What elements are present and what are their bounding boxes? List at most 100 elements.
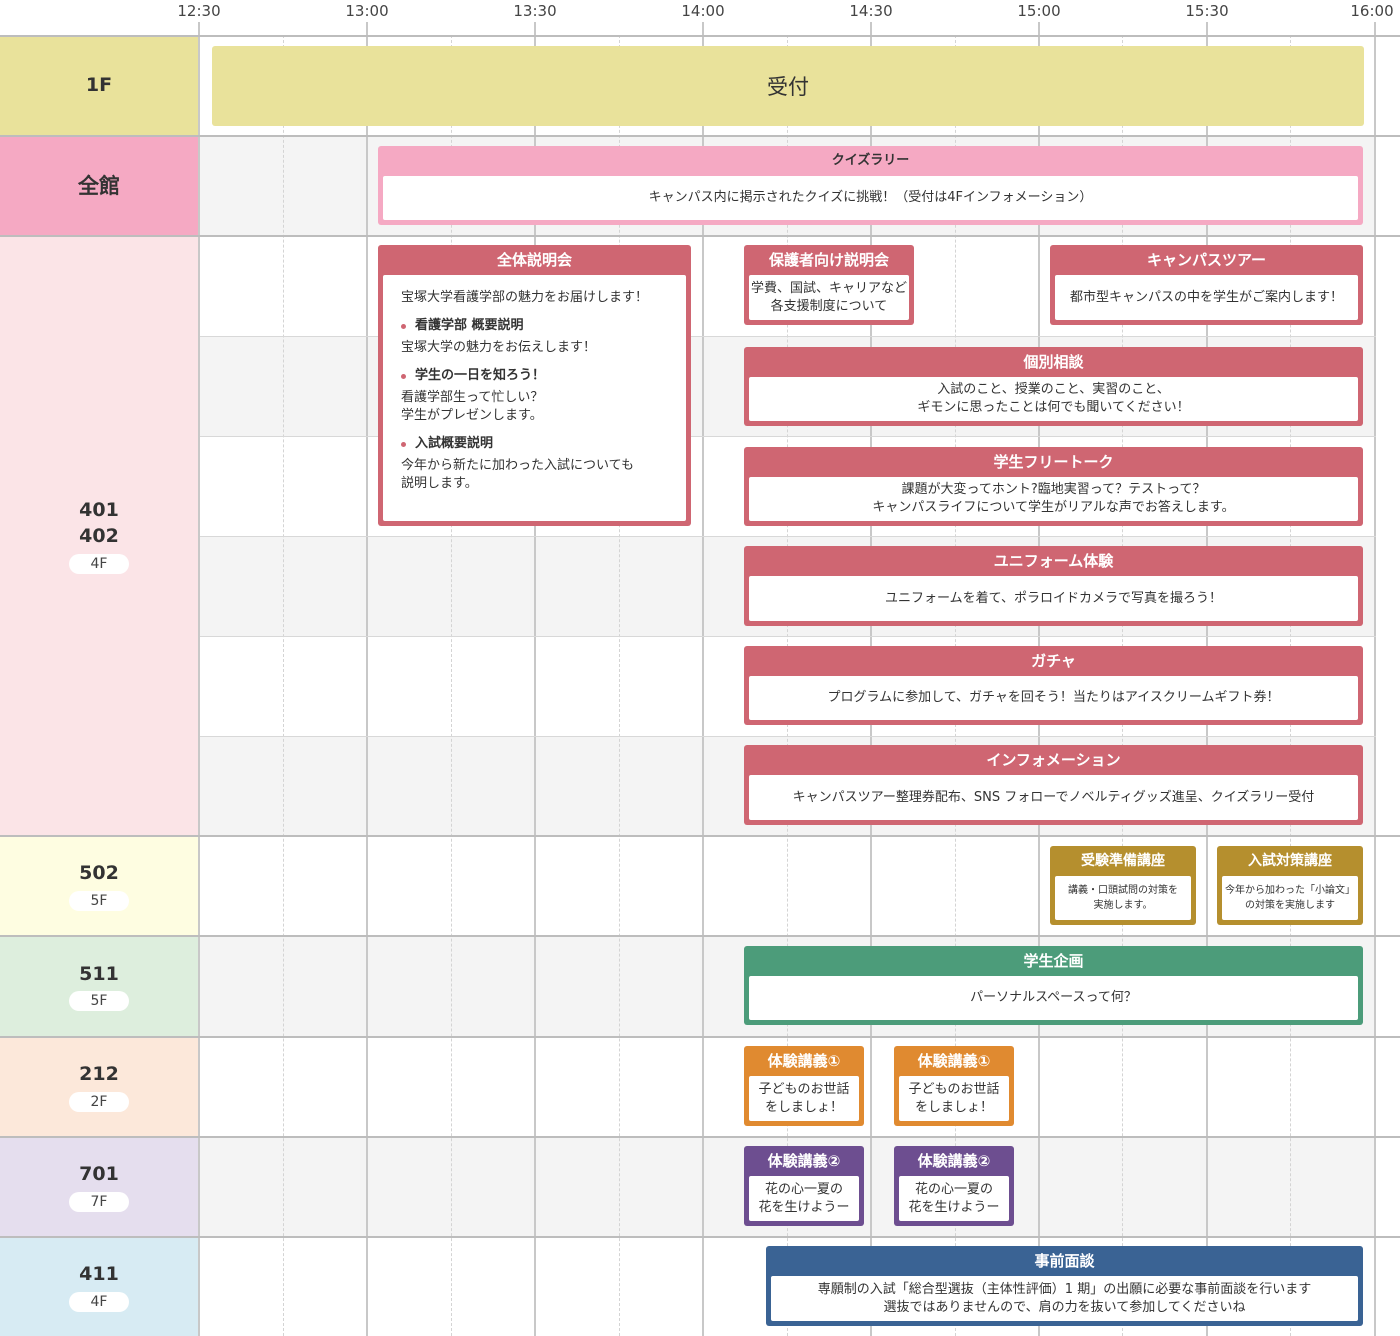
grid-dash bbox=[451, 35, 452, 1336]
event-campus-tour[interactable]: キャンパスツアー 都市型キャンパスの中を学生がご案内します！ bbox=[1050, 245, 1363, 325]
event-title: インフォメーション bbox=[986, 751, 1121, 769]
agenda-desc: 宝塚大学の魅力をお伝えします！ bbox=[401, 340, 597, 355]
room-name: 511 bbox=[79, 962, 119, 985]
event-description: 専願制の入試「総合型選抜（主体性評価）1 期」の出願に必要な事前面談を行います … bbox=[771, 1276, 1358, 1321]
event-title: 入試対策講座 bbox=[1248, 853, 1332, 869]
row-divider bbox=[0, 1236, 1400, 1238]
agenda-desc: 看護学部生って忙しい？ 学生がプレゼンします。 bbox=[401, 390, 544, 423]
event-quiz-rally[interactable]: クイズラリー キャンパス内に掲示されたクイズに挑戦！（受付は4Fインフォメーショ… bbox=[378, 146, 1363, 225]
event-trial-lecture-2[interactable]: 体験講義② 花の心一夏の 花を生けようー bbox=[894, 1146, 1014, 1226]
room-name: 212 bbox=[79, 1063, 119, 1086]
row-divider bbox=[0, 835, 1400, 837]
row-divider bbox=[0, 35, 1400, 37]
event-description: パーソナルスペースって何？ bbox=[749, 976, 1358, 1020]
event-trial-lecture-1[interactable]: 体験講義① 子どものお世話 をしましょ！ bbox=[744, 1046, 864, 1126]
agenda-heading: 学生の一日を知ろう！ bbox=[415, 368, 546, 383]
room-all: 全館 bbox=[0, 137, 198, 236]
event-title: 体験講義② bbox=[767, 1152, 841, 1170]
time-label: 15:00 bbox=[1017, 2, 1061, 20]
event-information[interactable]: インフォメーション キャンパスツアー整理券配布、SNS フォローでノベルティグッ… bbox=[744, 745, 1363, 825]
event-description: 花の心一夏の 花を生けようー bbox=[749, 1176, 859, 1221]
event-description: プログラムに参加して、ガチャを回そう！当たりはアイスクリームギフト券！ bbox=[749, 676, 1358, 720]
event-title: 体験講義① bbox=[767, 1052, 841, 1070]
time-label: 14:00 bbox=[681, 2, 725, 20]
event-description: 今年から加わった「小論文」 の対策を実施します bbox=[1222, 876, 1358, 920]
event-description: 花の心一夏の 花を生けようー bbox=[899, 1176, 1009, 1221]
event-general-briefing[interactable]: 全体説明会 宝塚大学看護学部の魅力をお届けします！ 看護学部 概要説明 宝塚大学… bbox=[378, 245, 691, 526]
event-title: 保護者向け説明会 bbox=[768, 251, 889, 269]
bullet-dot-icon bbox=[401, 441, 406, 447]
time-label: 16:00 bbox=[1350, 2, 1394, 20]
room-name: 全館 bbox=[78, 174, 120, 199]
event-title: 個別相談 bbox=[1023, 353, 1084, 371]
event-description: 課題が大変ってホント?臨地実習って？テストって？ キャンパスライフについて学生が… bbox=[749, 477, 1358, 521]
grid-dash bbox=[283, 35, 284, 1336]
event-title: クイズラリー bbox=[831, 153, 910, 168]
time-label: 14:30 bbox=[849, 2, 893, 20]
room-411: 411 4F bbox=[0, 1238, 198, 1336]
event-title: ガチャ bbox=[1031, 652, 1076, 670]
event-trial-lecture-1[interactable]: 体験講義① 子どものお世話 をしましょ！ bbox=[894, 1046, 1014, 1126]
event-description: 入試のこと、授業のこと、実習のこと、 ギモンに思ったことは何でも聞いてください！ bbox=[749, 377, 1358, 421]
event-pre-interview[interactable]: 事前面談 専願制の入試「総合型選抜（主体性評価）1 期」の出願に必要な事前面談を… bbox=[766, 1246, 1363, 1326]
grid-line bbox=[198, 22, 200, 1336]
event-student-free-talk[interactable]: 学生フリートーク 課題が大変ってホント?臨地実習って？テストって？ キャンパスラ… bbox=[744, 447, 1363, 526]
room-name: 701 bbox=[79, 1163, 119, 1186]
row-divider bbox=[0, 235, 1400, 237]
floor-badge: 5F bbox=[69, 991, 129, 1012]
event-title: キャンパスツアー bbox=[1146, 251, 1267, 269]
event-exam-prep[interactable]: 受験準備講座 講義・口頭試問の対策を 実施します。 bbox=[1050, 846, 1196, 925]
floor-badge: 4F bbox=[69, 553, 129, 574]
event-description: ユニフォームを着て、ポラロイドカメラで写真を撮ろう！ bbox=[749, 576, 1358, 621]
event-title: 学生フリートーク bbox=[993, 453, 1114, 471]
room-502: 502 5F bbox=[0, 837, 198, 935]
event-description: キャンパス内に掲示されたクイズに挑戦！（受付は4Fインフォメーション） bbox=[383, 176, 1358, 220]
time-label: 15:30 bbox=[1185, 2, 1229, 20]
row-divider bbox=[0, 1036, 1400, 1038]
event-title: 全体説明会 bbox=[496, 251, 572, 269]
event-gacha[interactable]: ガチャ プログラムに参加して、ガチャを回そう！当たりはアイスクリームギフト券！ bbox=[744, 646, 1363, 725]
room-511: 511 5F bbox=[0, 937, 198, 1036]
room-name: 411 bbox=[79, 1263, 119, 1286]
time-label: 13:00 bbox=[345, 2, 389, 20]
bullet-dot-icon bbox=[401, 373, 406, 379]
event-reception[interactable]: 受付 bbox=[212, 46, 1364, 126]
room-name: 401 402 bbox=[79, 499, 119, 547]
event-individual-consultation[interactable]: 個別相談 入試のこと、授業のこと、実習のこと、 ギモンに思ったことは何でも聞いて… bbox=[744, 347, 1363, 426]
event-description: 講義・口頭試問の対策を 実施します。 bbox=[1055, 876, 1191, 920]
agenda-heading: 看護学部 概要説明 bbox=[415, 318, 524, 333]
event-trial-lecture-2[interactable]: 体験講義② 花の心一夏の 花を生けようー bbox=[744, 1146, 864, 1226]
row-divider bbox=[0, 135, 1400, 137]
event-entrance-exam-prep[interactable]: 入試対策講座 今年から加わった「小論文」 の対策を実施します bbox=[1217, 846, 1363, 925]
agenda-item: 入試概要説明 bbox=[401, 435, 668, 453]
event-description: 都市型キャンパスの中を学生がご案内します！ bbox=[1055, 275, 1358, 320]
room-212: 212 2F bbox=[0, 1038, 198, 1136]
row-divider bbox=[200, 636, 1376, 637]
row-divider bbox=[0, 1136, 1400, 1138]
event-title: 事前面談 bbox=[1034, 1252, 1095, 1270]
time-label: 12:30 bbox=[177, 2, 221, 20]
room-701: 701 7F bbox=[0, 1138, 198, 1236]
event-title: 体験講義② bbox=[917, 1152, 991, 1170]
floor-badge: 2F bbox=[69, 1091, 129, 1112]
row-divider bbox=[200, 736, 1376, 737]
grid-dash bbox=[619, 35, 620, 1336]
row-divider bbox=[200, 336, 1376, 337]
row-divider bbox=[200, 436, 1376, 437]
room-name: 502 bbox=[79, 862, 119, 885]
grid-line bbox=[1374, 22, 1376, 1336]
event-uniform-experience[interactable]: ユニフォーム体験 ユニフォームを着て、ポラロイドカメラで写真を撮ろう！ bbox=[744, 546, 1363, 626]
room-1f: 1F bbox=[0, 36, 198, 135]
bullet-dot-icon bbox=[401, 323, 406, 329]
agenda-item: 看護学部 概要説明 bbox=[401, 317, 668, 335]
event-title: 学生企画 bbox=[1023, 952, 1084, 970]
time-label: 13:30 bbox=[513, 2, 557, 20]
agenda-item: 学生の一日を知ろう！ bbox=[401, 367, 668, 385]
room-name: 1F bbox=[85, 73, 113, 96]
event-description: 子どものお世話 をしましょ！ bbox=[899, 1076, 1009, 1121]
event-parents-briefing[interactable]: 保護者向け説明会 学費、国試、キャリアなど 各支援制度について bbox=[744, 245, 914, 325]
floor-badge: 7F bbox=[69, 1191, 129, 1212]
event-description: 宝塚大学看護学部の魅力をお届けします！ 看護学部 概要説明 宝塚大学の魅力をお伝… bbox=[383, 275, 686, 521]
event-description: キャンパスツアー整理券配布、SNS フォローでノベルティグッズ進呈、クイズラリー… bbox=[749, 775, 1358, 820]
event-student-project[interactable]: 学生企画 パーソナルスペースって何？ bbox=[744, 946, 1363, 1025]
